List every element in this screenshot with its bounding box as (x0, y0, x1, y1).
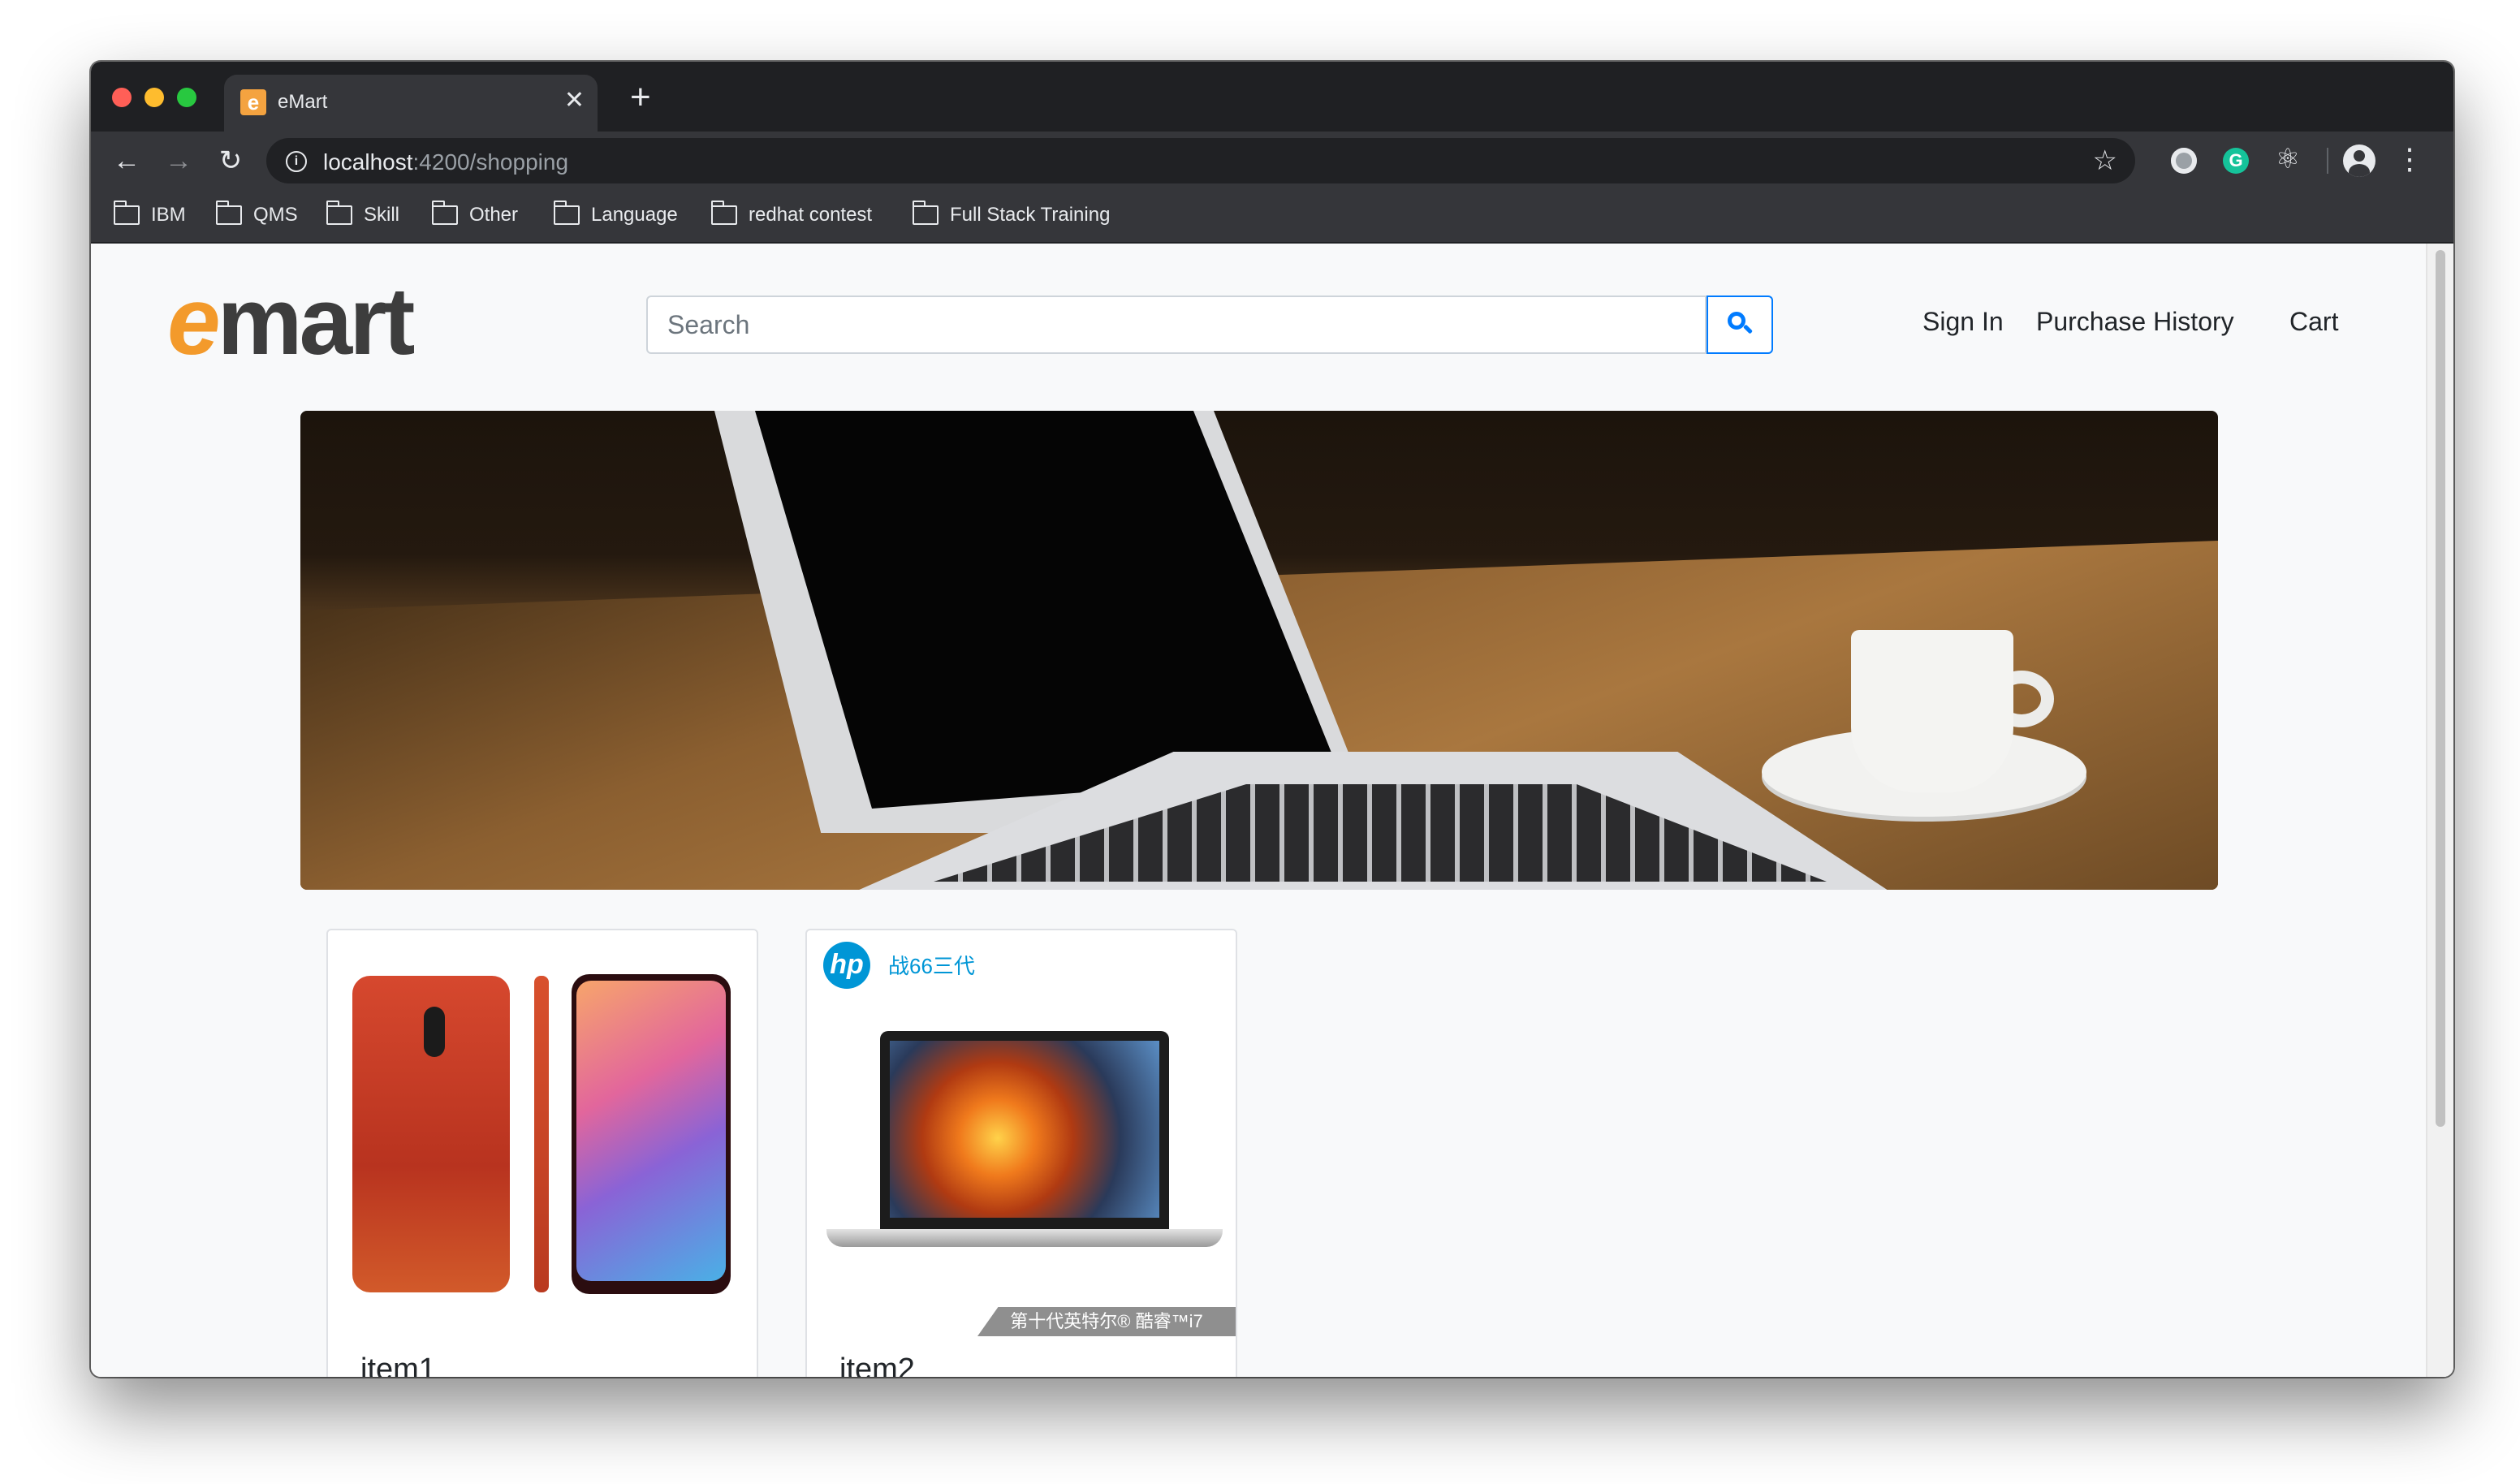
product-card-item2[interactable]: hp 战66三代 第十代英特尔® 酷睿™i7 item2 (805, 929, 1237, 1377)
hero-banner-image (300, 411, 2218, 890)
browser-toolbar: ← → ↻ i localhost:4200/shopping ☆ (91, 132, 2453, 190)
folder-icon (114, 201, 140, 225)
page-content: emart Sign In Purchase History Cart item… (91, 244, 2453, 1377)
bookmark-label: QMS (253, 204, 298, 226)
product-title[interactable]: item1 (360, 1352, 436, 1377)
cart-link[interactable]: Cart (2289, 307, 2338, 337)
search-icon-handle (1742, 324, 1754, 334)
search-input[interactable] (646, 296, 1707, 354)
bookmark-language[interactable]: Language (554, 201, 678, 229)
forward-icon[interactable]: → (161, 143, 196, 179)
logo-mart: mart (217, 268, 416, 375)
minimize-window-button[interactable] (145, 88, 164, 107)
bookmark-full-stack-training[interactable]: Full Stack Training (913, 201, 1110, 229)
tab-emart[interactable]: e eMart ✕ (224, 75, 598, 132)
phone-camera (424, 1007, 445, 1057)
info-icon[interactable]: i (286, 151, 307, 172)
logo-e: e (167, 268, 221, 375)
bookmark-qms[interactable]: QMS (216, 201, 298, 229)
laptop-product-base (826, 1229, 1223, 1247)
product-title[interactable]: item2 (839, 1352, 915, 1377)
star-icon[interactable]: ☆ (2093, 145, 2117, 177)
browser-window: e eMart ✕ + ← → ↻ i localhost:4200/shopp… (91, 62, 2453, 1377)
toolbar-separator (2327, 148, 2328, 174)
folder-icon (711, 201, 737, 225)
bookmark-label: Other (469, 204, 519, 226)
bookmarks-bar: IBM QMS Skill Other Language redhat cont… (91, 190, 2453, 244)
folder-icon (216, 201, 242, 225)
emart-logo[interactable]: emart (167, 273, 415, 370)
url-host: localhost (323, 149, 413, 175)
bookmark-label: redhat contest (749, 204, 873, 226)
phone-screen (576, 981, 726, 1281)
bookmark-label: IBM (151, 204, 186, 226)
bookmark-skill[interactable]: Skill (326, 201, 399, 229)
url-text[interactable]: localhost:4200/shopping (323, 149, 568, 175)
address-bar[interactable]: i localhost:4200/shopping ☆ (266, 138, 2135, 183)
phone-side-image (534, 976, 549, 1292)
page-scrollbar[interactable] (2426, 244, 2453, 1377)
react-devtools-icon[interactable]: ⚛ (2275, 145, 2301, 173)
bookmark-redhat-contest[interactable]: redhat contest (711, 201, 872, 229)
extension-record-icon[interactable] (2171, 148, 2197, 174)
close-window-button[interactable] (112, 88, 132, 107)
folder-icon (554, 201, 580, 225)
folder-icon (913, 201, 939, 225)
laptop-product-screen (890, 1041, 1159, 1218)
reload-icon[interactable]: ↻ (213, 143, 248, 179)
tab-strip: e eMart ✕ + (91, 62, 2453, 132)
bookmark-ibm[interactable]: IBM (114, 201, 186, 229)
folder-icon (432, 201, 458, 225)
coffee-cup (1851, 630, 2013, 792)
tab-title: eMart (278, 91, 328, 113)
close-icon[interactable]: ✕ (564, 88, 585, 114)
sign-in-link[interactable]: Sign In (1922, 307, 2004, 337)
url-path: :4200/shopping (412, 149, 569, 175)
purchase-history-link[interactable]: Purchase History (2036, 307, 2234, 337)
emart-favicon-icon: e (240, 89, 266, 115)
hp-logo-icon: hp (823, 942, 870, 989)
folder-icon (326, 201, 352, 225)
profile-icon[interactable] (2343, 145, 2375, 177)
bookmark-other[interactable]: Other (432, 201, 518, 229)
product-ribbon: 第十代英特尔® 酷睿™i7 (977, 1307, 1236, 1336)
grammarly-icon[interactable]: G (2223, 148, 2249, 174)
scrollbar-thumb[interactable] (2436, 250, 2445, 1127)
new-tab-button[interactable]: + (630, 78, 651, 117)
menu-icon[interactable]: ⋮ (2395, 141, 2424, 177)
bookmark-label: Language (591, 204, 678, 226)
maximize-window-button[interactable] (177, 88, 196, 107)
product-brand-tag: 战66三代 (888, 954, 975, 978)
search-button[interactable] (1707, 296, 1773, 354)
product-card-item1[interactable]: item1 (326, 929, 758, 1377)
bookmark-label: Full Stack Training (950, 204, 1111, 226)
back-icon[interactable]: ← (109, 143, 145, 179)
bookmark-label: Skill (364, 204, 400, 226)
